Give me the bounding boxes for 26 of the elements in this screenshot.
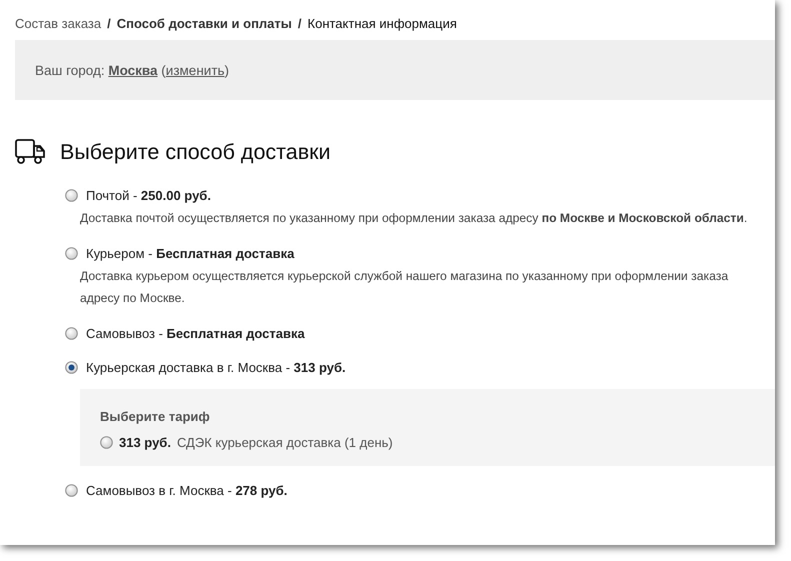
breadcrumb-step[interactable]: Способ доставки и оплаты <box>116 16 292 30</box>
delivery-description: Доставка почтой осуществляется по указанному при оформлении заказа адресу по Москве и Московской области. <box>80 210 748 227</box>
section-heading: Выберите способ доставки <box>60 140 331 164</box>
delivery-option-label[interactable]: Почтой - 250.00 руб. <box>86 188 211 202</box>
radio-button[interactable] <box>65 326 78 340</box>
breadcrumb-separator: / <box>107 16 111 30</box>
breadcrumb-step: Контактная информация <box>308 16 457 30</box>
delivery-option-label[interactable]: Самовывоз в г. Москва - 278 руб. <box>86 482 288 498</box>
breadcrumb-separator: / <box>298 16 302 30</box>
delivery-option-label[interactable]: Курьерская доставка в г. Москва - 313 руб. <box>86 360 346 374</box>
delivery-option-label[interactable]: Курьером - Бесплатная доставка <box>86 246 294 260</box>
truck-icon <box>15 139 46 165</box>
radio-button[interactable] <box>65 246 78 260</box>
delivery-option-label[interactable]: Самовывоз - Бесплатная доставка <box>86 326 305 340</box>
tariff-price: 313 руб. <box>119 435 171 450</box>
breadcrumb-step[interactable]: Состав заказа <box>15 16 102 30</box>
city-line: Ваш город: Москва (изменить) <box>35 62 230 78</box>
tariff-name[interactable]: СДЭК курьерская доставка (1 день) <box>176 435 393 450</box>
radio-button[interactable] <box>100 436 113 449</box>
radio-button[interactable] <box>65 360 78 374</box>
change-city-link[interactable]: изменить <box>166 62 225 78</box>
delivery-description: Доставка курьером осуществляется курьерской службой нашего магазина по указанному при оформлении заказа адресу по Москве. <box>80 268 730 307</box>
radio-button[interactable] <box>65 188 78 202</box>
radio-button[interactable] <box>65 484 78 496</box>
tariff-title: Выберите тариф <box>100 409 211 424</box>
city-link[interactable]: Москва <box>108 62 158 78</box>
